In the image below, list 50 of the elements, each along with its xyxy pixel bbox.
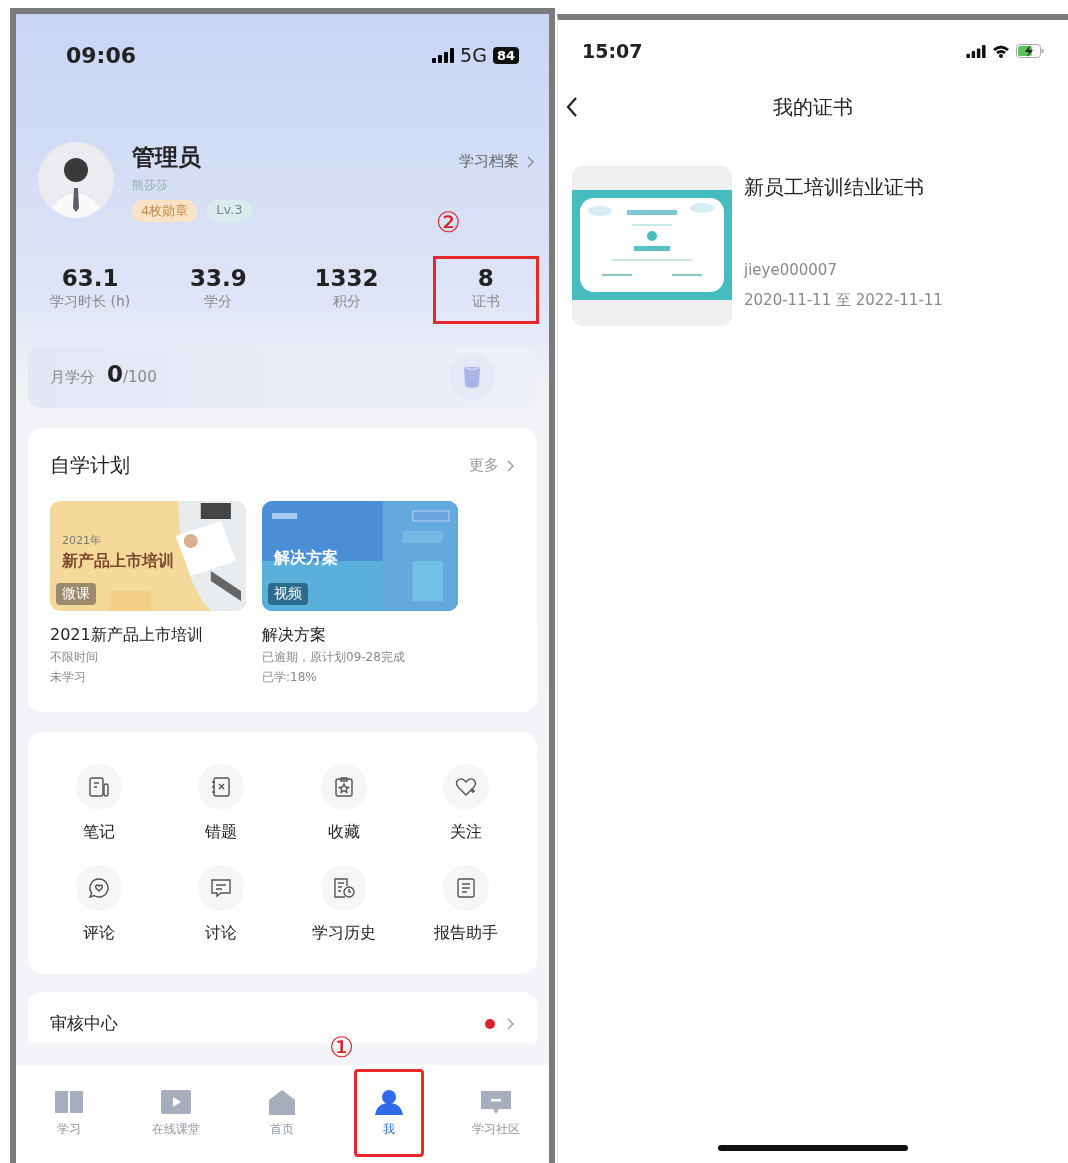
certificate-code: jieye000007 — [744, 261, 838, 279]
stat-label: 证书 — [471, 293, 500, 311]
shortcut-label[interactable]: 评论 — [83, 923, 116, 944]
badge: 4枚勋章 — [132, 200, 198, 222]
stat-item[interactable]: 33.9 学分 — [154, 256, 283, 324]
stat-label: 积分 — [332, 293, 361, 311]
stat-item[interactable]: 1332 积分 — [282, 256, 411, 324]
course-title: 2021新产品上市培训 — [50, 625, 204, 646]
course-meta: 已学:18% — [262, 669, 318, 686]
monthly-credit-label: 月学分 — [50, 367, 95, 388]
course-cover[interactable]: 解决方案 视频 — [262, 501, 458, 611]
shortcut-label[interactable]: 收藏 — [327, 822, 360, 843]
section-title: 自学计划 — [50, 452, 130, 479]
cover-title: 解决方案 — [274, 548, 338, 569]
course-meta: 已逾期，原计划09-28完成 — [262, 649, 406, 666]
shortcut-label[interactable]: 报告助手 — [433, 923, 498, 944]
battery-level: 84 — [492, 46, 519, 64]
certificate-title: 新员工培训结业证书 — [744, 174, 925, 201]
shortcut-label[interactable]: 关注 — [449, 822, 482, 843]
section-title: 审核中心 — [50, 1012, 118, 1035]
course-type-tag: 微课 — [56, 583, 96, 605]
shortcut-label[interactable]: 讨论 — [205, 923, 238, 944]
stat-value: 63.1 — [61, 265, 119, 291]
course-type-tag: 视频 — [268, 583, 308, 605]
stat-value: 1332 — [314, 265, 379, 291]
stat-item[interactable]: 63.1 学习时长 (h) — [26, 256, 155, 324]
shortcut-label[interactable]: 错题 — [205, 822, 238, 843]
course-meta: 不限时间 — [50, 649, 99, 666]
user-name: 管理员 — [132, 143, 202, 172]
shortcut-label[interactable]: 笔记 — [83, 822, 116, 843]
network-label: 5G — [460, 44, 487, 66]
callout-number: ② — [435, 209, 461, 237]
user-subtitle: 熊莎莎 — [132, 177, 169, 194]
course-meta: 未学习 — [50, 669, 87, 686]
cover-title: 新产品上市培训 — [62, 551, 174, 572]
status-time: 15:07 — [582, 40, 643, 62]
archive-link[interactable]: 学习档案 — [459, 152, 535, 171]
stat-value: 8 — [477, 265, 494, 291]
certificate-validity: 2020-11-11 至 2022-11-11 — [744, 291, 943, 310]
monthly-credit-total: /100 — [123, 368, 157, 386]
shortcut-label[interactable]: 学习历史 — [311, 923, 376, 944]
stat-label: 学习时长 (h) — [50, 293, 131, 311]
stat-label: 学分 — [204, 293, 233, 311]
page-title: 我的证书 — [773, 93, 853, 121]
status-time: 09:06 — [66, 42, 137, 68]
course-title: 解决方案 — [262, 625, 327, 646]
monthly-credit-value: 0 — [107, 361, 123, 387]
cover-year: 2021年 — [62, 533, 101, 548]
badge: Lv.3 — [207, 200, 252, 222]
stat-value: 33.9 — [190, 265, 247, 291]
